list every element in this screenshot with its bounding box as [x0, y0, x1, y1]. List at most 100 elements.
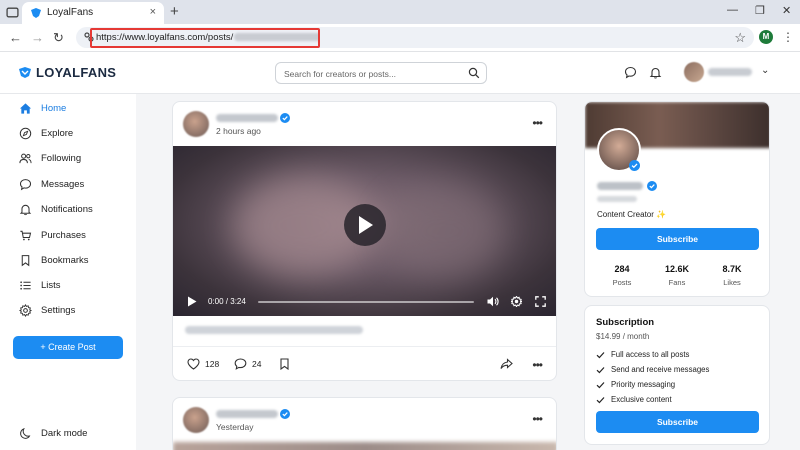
tab-search-icon[interactable] — [6, 6, 19, 19]
fullscreen-icon[interactable] — [535, 296, 546, 307]
sidebar-item-home[interactable]: Home — [19, 99, 66, 117]
video-player[interactable]: 0:00 / 3:24 — [173, 146, 556, 316]
subscribe-button[interactable]: Subscribe — [596, 411, 759, 433]
heart-icon — [187, 358, 200, 370]
tab-close-icon[interactable]: × — [150, 6, 156, 18]
stat-label: Fans — [668, 278, 686, 287]
post-caption-blurred — [185, 326, 363, 334]
feature-item: Exclusive content — [596, 395, 672, 404]
post-timestamp: 2 hours ago — [216, 126, 261, 136]
user-name-blurred[interactable] — [708, 68, 752, 76]
creator-bio: Content Creator ✨ — [597, 210, 667, 219]
stat-value: 284 — [614, 264, 630, 274]
feature-label: Exclusive content — [611, 395, 672, 404]
post-media-preview[interactable] — [173, 442, 556, 450]
logo-text: LOYALFANS — [36, 65, 117, 80]
moon-icon — [20, 427, 31, 439]
logo-mark-icon — [19, 67, 31, 78]
volume-icon[interactable] — [487, 296, 499, 307]
sidebar-item-lists[interactable]: Lists — [19, 276, 61, 294]
reload-icon[interactable]: ↻ — [53, 30, 64, 46]
subscription-price: $14.99 / month — [596, 332, 650, 341]
browser-tab-strip: LoyalFans × + — ❐ ✕ — [0, 0, 800, 24]
search-input[interactable] — [284, 66, 454, 81]
app-header: LOYALFANS ⌄ — [0, 52, 800, 94]
post-author-name-blurred[interactable] — [216, 114, 278, 122]
address-bar[interactable]: https://www.loyalfans.com/posts/ ☆ — [76, 27, 754, 48]
creator-handle-blurred — [597, 196, 637, 202]
sidebar-item-label: Notifications — [41, 203, 93, 215]
stat-posts: 284 Posts — [597, 264, 647, 287]
sidebar-item-label: Home — [41, 102, 67, 114]
play-icon — [359, 216, 373, 234]
bookmark-star-icon[interactable]: ☆ — [734, 30, 746, 46]
home-icon — [19, 102, 32, 114]
bookmark-button[interactable] — [279, 358, 290, 370]
search-box — [275, 62, 487, 84]
user-avatar[interactable] — [684, 62, 704, 82]
sidebar-item-messages[interactable]: Messages — [19, 175, 84, 193]
feature-item: Full access to all posts — [596, 350, 689, 359]
post-author-avatar[interactable] — [183, 407, 209, 433]
create-post-button[interactable]: + Create Post — [13, 336, 123, 359]
forward-arrow-icon[interactable]: → — [31, 30, 44, 45]
play-small-icon[interactable] — [187, 296, 197, 307]
creator-profile-card: Content Creator ✨ Subscribe 284 Posts 12… — [584, 101, 770, 297]
stat-label: Posts — [612, 278, 632, 287]
sidebar-item-label: Purchases — [41, 229, 86, 241]
stat-fans: 12.6K Fans — [652, 264, 702, 287]
post-author-avatar[interactable] — [183, 111, 209, 137]
dark-mode-toggle[interactable]: Dark mode — [19, 427, 87, 440]
video-blur-shape — [383, 186, 503, 276]
check-icon — [596, 351, 605, 358]
play-button[interactable] — [344, 204, 386, 246]
sidebar-item-purchases[interactable]: Purchases — [19, 226, 86, 244]
messages-icon[interactable] — [624, 66, 637, 79]
more-options-icon[interactable]: ••• — [532, 358, 543, 372]
sidebar-item-label: Lists — [41, 279, 61, 291]
check-icon — [596, 381, 605, 388]
chevron-down-icon[interactable]: ⌄ — [761, 65, 769, 76]
window-maximize-button[interactable]: ❐ — [755, 4, 765, 17]
browser-tab[interactable]: LoyalFans × — [22, 2, 164, 24]
sidebar-item-notifications[interactable]: Notifications — [19, 200, 93, 218]
back-arrow-icon[interactable]: ← — [9, 30, 22, 45]
more-options-icon[interactable]: ••• — [532, 412, 543, 426]
stat-value: 12.6K — [664, 264, 690, 274]
creator-name-blurred[interactable] — [597, 182, 643, 190]
dark-mode-label: Dark mode — [41, 428, 88, 439]
sidebar-item-bookmarks[interactable]: Bookmarks — [19, 251, 89, 269]
feature-label: Priority messaging — [611, 380, 676, 389]
url-text: https://www.loyalfans.com/posts/ — [96, 32, 234, 43]
video-progress-bar[interactable] — [258, 301, 474, 303]
feature-item: Send and receive messages — [596, 365, 709, 374]
settings-gear-icon[interactable] — [511, 296, 522, 307]
comment-button[interactable]: 24 — [234, 358, 261, 370]
sidebar-item-explore[interactable]: Explore — [19, 124, 73, 142]
feature-label: Send and receive messages — [611, 365, 710, 374]
sidebar-item-following[interactable]: Following — [19, 149, 81, 167]
window-minimize-button[interactable]: — — [727, 4, 738, 16]
verified-badge-icon — [280, 113, 290, 123]
browser-menu-icon[interactable]: ⋮ — [782, 30, 794, 44]
loyalfans-favicon-icon — [31, 8, 41, 18]
list-icon — [20, 280, 31, 290]
share-button[interactable] — [500, 358, 513, 370]
new-tab-button[interactable]: + — [170, 3, 179, 20]
search-icon[interactable] — [468, 67, 480, 79]
tab-title: LoyalFans — [47, 7, 94, 18]
url-highlight-box[interactable]: https://www.loyalfans.com/posts/ — [90, 28, 320, 48]
post-timestamp: Yesterday — [216, 422, 254, 432]
post-author-name-blurred[interactable] — [216, 410, 278, 418]
browser-profile-avatar[interactable]: M — [759, 30, 773, 44]
sidebar-item-settings[interactable]: Settings — [19, 301, 75, 319]
subscribe-button[interactable]: Subscribe — [596, 228, 759, 250]
feature-label: Full access to all posts — [611, 350, 690, 359]
like-button[interactable]: 128 — [187, 358, 219, 370]
check-icon — [596, 396, 605, 403]
notifications-bell-icon[interactable] — [649, 66, 662, 79]
logo[interactable]: LOYALFANS — [18, 65, 116, 80]
users-icon — [19, 153, 32, 163]
more-options-icon[interactable]: ••• — [532, 116, 543, 130]
window-close-button[interactable]: ✕ — [782, 4, 791, 17]
